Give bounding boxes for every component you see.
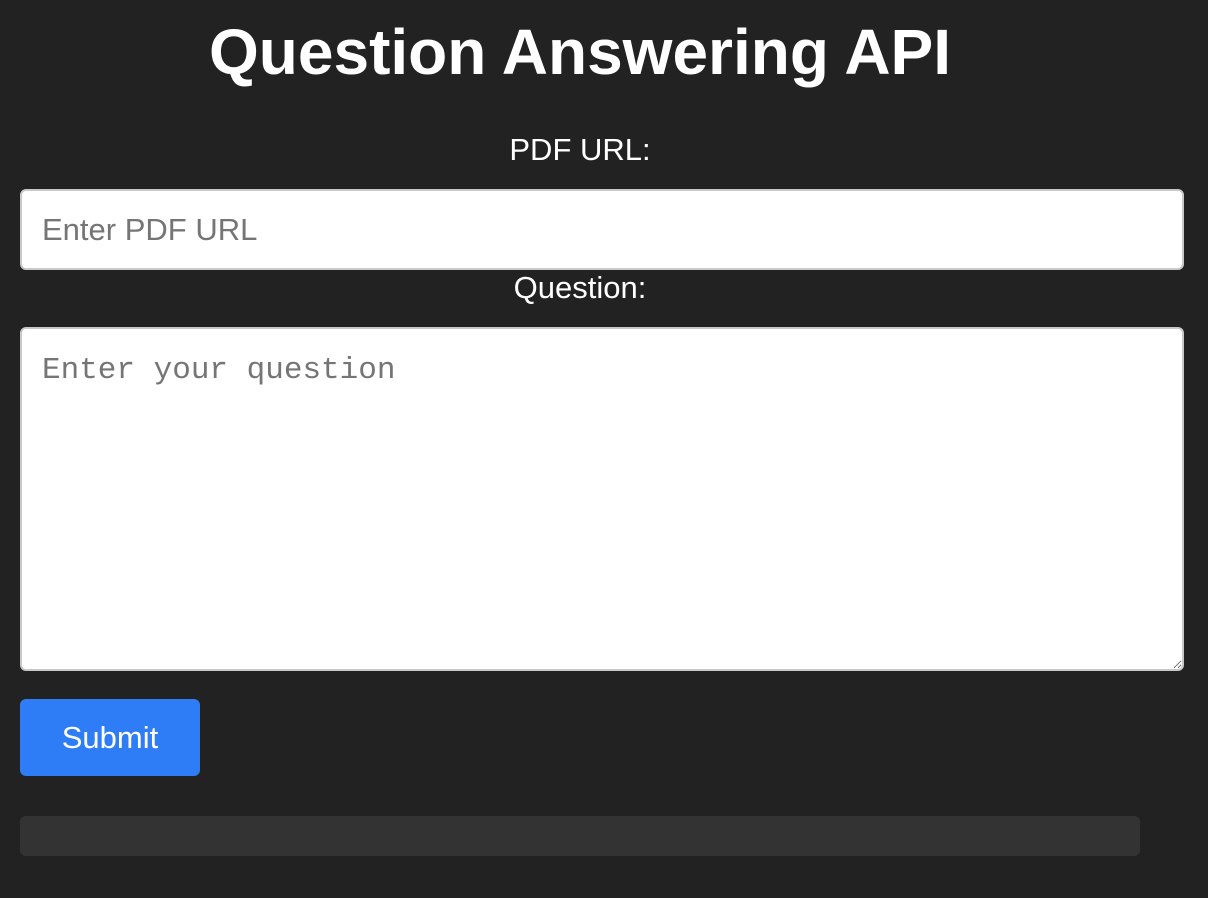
answer-output-box [20,816,1140,856]
question-label: Question: [513,270,647,305]
submit-button[interactable]: Submit [20,699,200,776]
pdf-url-input[interactable] [20,189,1184,270]
pdf-url-label: PDF URL: [509,132,651,167]
question-textarea[interactable] [20,327,1184,671]
page-title: Question Answering API [209,16,951,88]
